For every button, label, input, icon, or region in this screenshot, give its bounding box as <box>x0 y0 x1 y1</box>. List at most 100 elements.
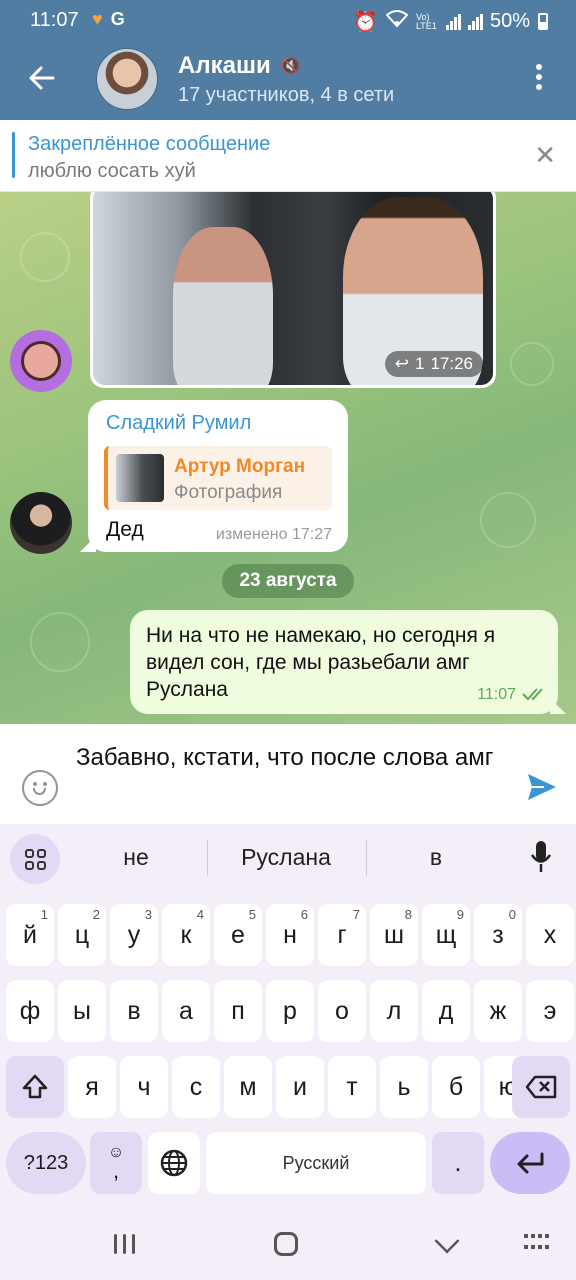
backspace-key[interactable] <box>512 1056 570 1118</box>
suggestion-1[interactable]: не <box>90 844 182 871</box>
mic-icon[interactable] <box>530 840 552 874</box>
chat-avatar[interactable] <box>96 48 158 110</box>
status-notification-icons: ♥ G <box>92 9 125 30</box>
outgoing-message[interactable]: Ни на что не намекаю, но сегодня я видел… <box>130 610 558 714</box>
globe-key[interactable] <box>148 1132 200 1194</box>
key-ы[interactable]: ы <box>58 980 106 1042</box>
key-ь[interactable]: ь <box>380 1056 428 1118</box>
key-п[interactable]: п <box>214 980 262 1042</box>
close-icon[interactable]: ✕ <box>534 142 556 168</box>
mute-icon: 🔇 <box>280 58 301 75</box>
key-я[interactable]: я <box>68 1056 116 1118</box>
key-ф[interactable]: ф <box>6 980 54 1042</box>
key-ж[interactable]: ж <box>474 980 522 1042</box>
message-input[interactable]: Забавно, кстати, что после слова амг <box>76 742 506 774</box>
avatar[interactable] <box>10 330 72 392</box>
key-с[interactable]: с <box>172 1056 220 1118</box>
key-label: ц <box>74 920 90 949</box>
apps-icon[interactable] <box>10 834 60 884</box>
suggestion-2[interactable]: Руслана <box>216 844 356 871</box>
key-л[interactable]: л <box>370 980 418 1042</box>
sender-name[interactable]: Сладкий Румил <box>106 412 251 435</box>
shift-key[interactable] <box>6 1056 64 1118</box>
key-к[interactable]: к4 <box>162 904 210 966</box>
key-б[interactable]: б <box>432 1056 480 1118</box>
alarm-icon: ⏰ <box>353 11 378 33</box>
keyboard-hide-icon[interactable] <box>524 1234 552 1252</box>
key-з[interactable]: з0 <box>474 904 522 966</box>
wallpaper-doodle <box>20 232 70 282</box>
send-button[interactable] <box>526 772 558 802</box>
key-ч[interactable]: ч <box>120 1056 168 1118</box>
photo-meta: ↩ 1 17:26 <box>384 351 483 377</box>
chat-title-row[interactable]: Алкаши 🔇 <box>178 52 301 80</box>
key-label: с <box>189 1072 203 1101</box>
status-bar: 11:07 ♥ G ⏰ Vo) LTE1 50% <box>0 0 576 42</box>
message-composer: Забавно, кстати, что после слова амг <box>0 724 576 824</box>
key-м[interactable]: м <box>224 1056 272 1118</box>
key-label: о <box>335 996 349 1025</box>
backspace-icon <box>525 1075 557 1099</box>
reply-preview[interactable]: Артур Морган Фотография <box>104 446 332 510</box>
period-key[interactable]: . <box>432 1132 484 1194</box>
key-number-hint: 3 <box>144 907 152 922</box>
back-button[interactable] <box>22 58 62 98</box>
home-icon[interactable] <box>274 1232 298 1256</box>
key-ц[interactable]: ц2 <box>58 904 106 966</box>
emoji-icon[interactable] <box>22 770 58 806</box>
suggestion-3[interactable]: в <box>390 844 482 871</box>
key-т[interactable]: т <box>328 1056 376 1118</box>
reply-text: Фотография <box>174 482 283 503</box>
key-г[interactable]: г7 <box>318 904 366 966</box>
photo-reply-count: 1 <box>414 354 425 373</box>
date-separator: 23 августа <box>222 564 354 598</box>
nav-back-icon[interactable] <box>434 1228 460 1254</box>
key-в[interactable]: в <box>110 980 158 1042</box>
key-и[interactable]: и <box>276 1056 324 1118</box>
message-meta: изменено 17:27 <box>215 526 332 543</box>
more-vert-icon[interactable] <box>524 60 554 100</box>
incoming-message[interactable]: Сладкий Румил Артур Морган Фотография Де… <box>88 400 348 552</box>
key-label: э <box>543 996 557 1025</box>
chat-title: Алкаши <box>178 52 271 79</box>
key-у[interactable]: у3 <box>110 904 158 966</box>
key-д[interactable]: д <box>422 980 470 1042</box>
app-bar: Алкаши 🔇 17 участников, 4 в сети <box>0 42 576 120</box>
key-й[interactable]: й1 <box>6 904 54 966</box>
key-label: з <box>492 920 504 949</box>
key-label: е <box>231 920 245 949</box>
key-х[interactable]: х <box>526 904 574 966</box>
reply-icon: ↩ <box>394 354 409 373</box>
key-number-hint: 5 <box>248 907 256 922</box>
key-number-hint: 7 <box>352 907 360 922</box>
key-number-hint: 9 <box>456 907 464 922</box>
key-ш[interactable]: ш8 <box>370 904 418 966</box>
emoji-comma-key[interactable]: ☺, <box>90 1132 142 1194</box>
battery-icon <box>538 13 548 30</box>
key-э[interactable]: э <box>526 980 574 1042</box>
pinned-message[interactable]: Закреплённое сообщение люблю сосать хуй … <box>0 120 576 192</box>
double-check-icon <box>522 688 543 701</box>
symbols-key[interactable]: ?123 <box>6 1132 86 1194</box>
key-label: п <box>231 996 245 1025</box>
photo-message[interactable]: ↩ 1 17:26 <box>90 192 496 388</box>
key-н[interactable]: н6 <box>266 904 314 966</box>
space-key[interactable]: Русский <box>206 1132 426 1194</box>
key-щ[interactable]: щ9 <box>422 904 470 966</box>
reply-thumbnail <box>116 454 164 502</box>
key-е[interactable]: е5 <box>214 904 262 966</box>
pinned-text: люблю сосать хуй <box>28 160 196 182</box>
avatar[interactable] <box>10 492 72 554</box>
key-label: н <box>283 920 297 949</box>
message-time: 11:07 <box>477 686 516 703</box>
battery-percent: 50% <box>489 10 530 32</box>
key-label: д <box>438 996 454 1025</box>
pinned-title: Закреплённое сообщение <box>28 133 271 155</box>
key-р[interactable]: р <box>266 980 314 1042</box>
key-label: а <box>179 996 193 1025</box>
recents-icon[interactable] <box>114 1234 135 1254</box>
key-а[interactable]: а <box>162 980 210 1042</box>
enter-key[interactable] <box>490 1132 570 1194</box>
chat-header: 11:07 ♥ G ⏰ Vo) LTE1 50% Алкаши 🔇 17 уча… <box>0 0 576 120</box>
key-о[interactable]: о <box>318 980 366 1042</box>
